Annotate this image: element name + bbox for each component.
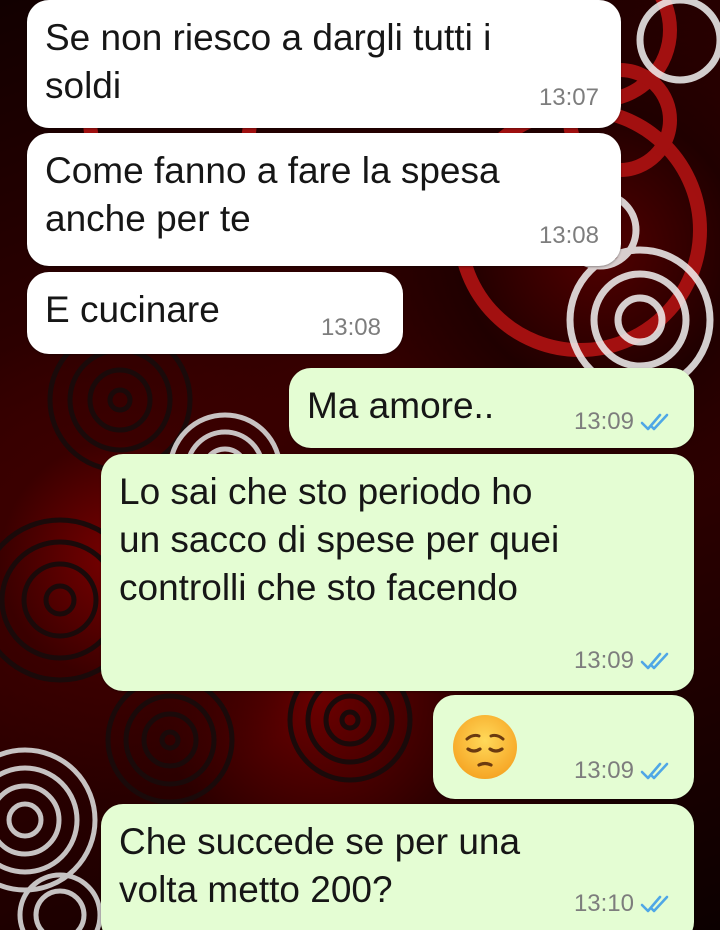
- message-text: Come fanno a fare la spesa anche per te: [45, 150, 500, 239]
- message-time: 13:09: [573, 757, 634, 784]
- message-text: Che succede se per una volta metto 200?: [119, 821, 521, 910]
- message-bubble-outgoing[interactable]: Ma amore.. 13:09: [289, 368, 694, 448]
- message-time: 13:09: [573, 647, 634, 674]
- message-bubble-incoming[interactable]: Se non riesco a dargli tutti i soldi 13:…: [27, 0, 621, 128]
- double-check-icon: [640, 652, 669, 670]
- message-meta: 13:07: [539, 84, 599, 112]
- message-meta: 13:10: [574, 890, 672, 918]
- message-meta: 13:08: [321, 314, 381, 342]
- message-meta: 13:09: [574, 647, 672, 675]
- message-time: 13:09: [573, 408, 634, 435]
- message-bubble-incoming[interactable]: Come fanno a fare la spesa anche per te …: [27, 133, 621, 266]
- message-text: Lo sai che sto periodo ho un sacco di sp…: [119, 471, 560, 608]
- message-bubble-outgoing[interactable]: Lo sai che sto periodo ho un sacco di sp…: [101, 454, 694, 691]
- message-time: 13:08: [538, 222, 599, 249]
- message-bubble-incoming[interactable]: E cucinare 13:08: [27, 272, 403, 354]
- message-time: 13:10: [573, 890, 634, 917]
- message-time: 13:07: [538, 84, 599, 111]
- message-text: Se non riesco a dargli tutti i soldi: [45, 17, 492, 106]
- message-meta: 13:08: [539, 222, 599, 250]
- double-check-icon: [640, 413, 669, 431]
- message-bubble-outgoing[interactable]: Che succede se per una volta metto 200? …: [101, 804, 694, 930]
- message-time: 13:08: [320, 314, 381, 341]
- double-check-icon: [640, 762, 669, 780]
- chat-area[interactable]: Se non riesco a dargli tutti i soldi 13:…: [0, 0, 720, 930]
- message-meta: 13:09: [574, 757, 672, 785]
- message-meta: 13:09: [574, 408, 672, 436]
- message-bubble-outgoing[interactable]: 13:09: [433, 695, 694, 799]
- message-text: E cucinare: [45, 289, 220, 330]
- message-text: Ma amore..: [307, 385, 495, 426]
- pensive-face-emoji-icon: [453, 715, 517, 779]
- double-check-icon: [640, 895, 669, 913]
